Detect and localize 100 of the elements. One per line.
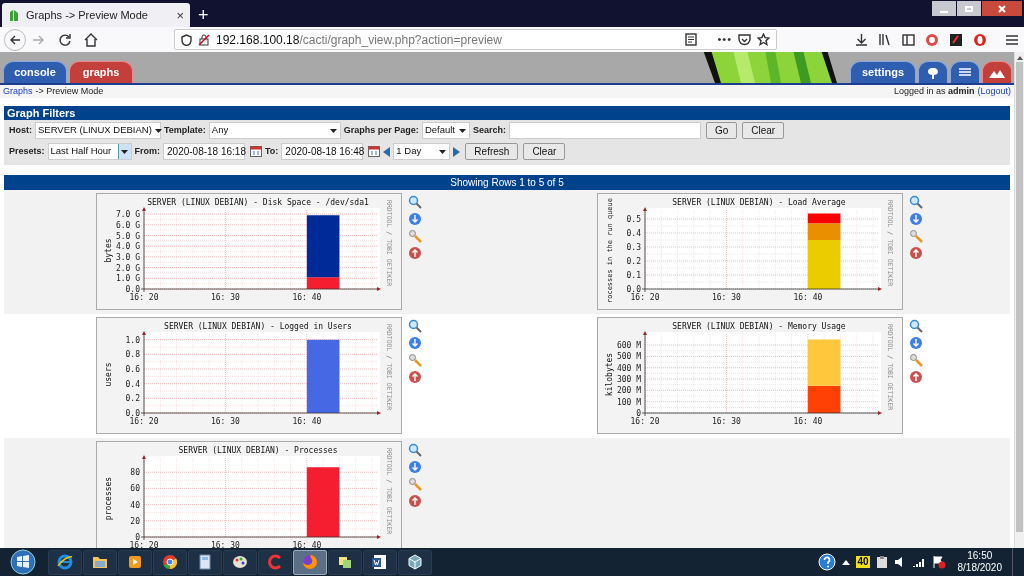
- tick-label: 1.0 G: [115, 274, 140, 284]
- up-arrow-circle-icon[interactable]: [909, 370, 923, 384]
- shield-extension-icon[interactable]: [925, 32, 939, 47]
- menu-icon[interactable]: [1005, 33, 1019, 46]
- taskbar-button[interactable]: [153, 549, 187, 575]
- down-arrow-circle-icon[interactable]: [909, 212, 923, 226]
- settings-tab[interactable]: settings: [850, 61, 916, 83]
- nav-tab[interactable]: graphs: [69, 61, 133, 83]
- tick-label: 80: [130, 468, 140, 478]
- nav-tab[interactable]: console: [3, 61, 67, 83]
- taskbar-button[interactable]: [328, 549, 362, 575]
- chart-title: SERVER (LINUX DEBIAN) - Processes: [178, 446, 338, 455]
- up-arrow-circle-icon[interactable]: [408, 370, 422, 384]
- preview-view-tab[interactable]: [982, 61, 1012, 83]
- list-view-tab[interactable]: [950, 61, 980, 83]
- home-icon[interactable]: [84, 32, 98, 47]
- magnifier-icon[interactable]: [909, 195, 923, 209]
- filter-label: Search:: [472, 123, 506, 137]
- down-arrow-circle-icon[interactable]: [909, 336, 923, 350]
- breadcrumb-text: -> Preview Mode: [35, 84, 104, 98]
- panel-title: Graph Filters: [4, 106, 1010, 120]
- tick-label: 400 M: [616, 363, 641, 373]
- dark-extension-icon[interactable]: [949, 32, 963, 47]
- library-icon[interactable]: [878, 33, 892, 46]
- page-actions-menu[interactable]: •••: [717, 31, 732, 48]
- pocket-icon[interactable]: [738, 33, 751, 46]
- filter-button[interactable]: Clear: [742, 122, 785, 139]
- address-bar[interactable]: 192.168.100.18/cacti/graph_view.php?action=preview •••: [174, 29, 777, 50]
- down-arrow-circle-icon[interactable]: [408, 212, 422, 226]
- wrench-icon[interactable]: [909, 353, 923, 367]
- new-tab-button[interactable]: +: [198, 6, 209, 24]
- tick-label: 3.0 G: [115, 252, 140, 262]
- axis-title: kilobytes: [605, 352, 614, 397]
- tick-label: 0: [636, 409, 641, 418]
- magnifier-icon[interactable]: [408, 195, 422, 209]
- taskbar-button[interactable]: [293, 549, 327, 575]
- filter-label: Presets:: [9, 144, 45, 158]
- date-field[interactable]: 2020-08-18 16:18: [163, 143, 246, 160]
- dropdown[interactable]: Any: [208, 122, 341, 139]
- scrollbar-thumb[interactable]: [1016, 62, 1023, 532]
- show-hidden-icons-icon[interactable]: [842, 559, 851, 565]
- date-field[interactable]: 2020-08-18 16:48: [281, 143, 364, 160]
- reader-view-icon[interactable]: [685, 33, 698, 46]
- up-arrow-circle-icon[interactable]: [408, 246, 422, 260]
- taskbar-clock[interactable]: 16:50 8/18/2020: [957, 550, 1002, 574]
- browser-tab[interactable]: Graphs -> Preview Mode ×: [2, 3, 190, 27]
- tick-label: 16: 30: [211, 417, 240, 426]
- taskbar-button[interactable]: [398, 549, 432, 575]
- url-text: 192.168.100.18/cacti/graph_view.php?action=preview: [216, 31, 503, 49]
- taskbar-button[interactable]: [83, 549, 117, 575]
- breadcrumb-link[interactable]: Graphs: [3, 84, 33, 99]
- tab-close-button[interactable]: ×: [176, 8, 184, 22]
- down-arrow-circle-icon[interactable]: [408, 336, 422, 350]
- clipboard-icon[interactable]: [875, 555, 888, 569]
- magnifier-icon[interactable]: [408, 443, 422, 457]
- wrench-icon[interactable]: [408, 353, 422, 367]
- dropdown[interactable]: Last Half Hour: [47, 143, 132, 160]
- filter-button[interactable]: Clear: [523, 143, 566, 160]
- down-arrow-circle-icon[interactable]: [408, 460, 422, 474]
- sidebar-icon[interactable]: [902, 33, 915, 46]
- star-icon[interactable]: [757, 33, 770, 46]
- left-arrow-icon[interactable]: [383, 146, 391, 157]
- logout-link[interactable]: (Logout): [977, 84, 1011, 99]
- taskbar-button[interactable]: [363, 549, 397, 575]
- chart-title: SERVER (LINUX DEBIAN) - Disk Space - /dev/sda1: [147, 198, 369, 207]
- tray-badge[interactable]: 40: [856, 556, 870, 568]
- tick-label: 300 M: [616, 375, 641, 385]
- filter-button[interactable]: Refresh: [465, 143, 519, 160]
- calendar-icon[interactable]: [368, 146, 381, 157]
- taskbar-button[interactable]: [48, 549, 82, 575]
- tick-label: 16: 20: [630, 293, 660, 302]
- magnifier-icon[interactable]: [408, 319, 422, 333]
- taskbar-button[interactable]: [223, 549, 257, 575]
- tick-label: 16: 40: [292, 293, 322, 302]
- taskbar-button[interactable]: [118, 549, 152, 575]
- help-icon[interactable]: [818, 553, 837, 571]
- close-button[interactable]: [982, 1, 1022, 16]
- calculator-icon: [196, 553, 214, 571]
- filter-label: From:: [134, 144, 161, 158]
- magnifier-icon[interactable]: [909, 319, 923, 333]
- tick-label: 0.2: [125, 394, 140, 404]
- taskbar-button[interactable]: [188, 549, 222, 575]
- dropdown[interactable]: SERVER (LINUX DEBIAN): [35, 122, 161, 139]
- tick-label: 0.2: [626, 257, 641, 266]
- right-arrow-icon[interactable]: [453, 146, 461, 157]
- calendar-icon[interactable]: [250, 146, 263, 157]
- filter-button[interactable]: Go: [705, 122, 738, 139]
- signal-bars-icon[interactable]: [911, 557, 926, 567]
- dropdown[interactable]: Default: [421, 122, 470, 139]
- tick-label: 20: [130, 516, 140, 526]
- scrollbar[interactable]: [1014, 52, 1024, 548]
- tick-label: 16: 40: [793, 293, 823, 302]
- dropdown[interactable]: 1 Day: [393, 143, 451, 160]
- tree-view-tab[interactable]: [918, 61, 948, 83]
- up-arrow-circle-icon[interactable]: [408, 494, 422, 508]
- reload-icon[interactable]: [58, 32, 72, 47]
- flag-error-icon[interactable]: [931, 555, 946, 569]
- up-arrow-circle-icon[interactable]: [909, 246, 923, 260]
- search-field[interactable]: [508, 122, 701, 139]
- download-icon[interactable]: [855, 33, 868, 46]
